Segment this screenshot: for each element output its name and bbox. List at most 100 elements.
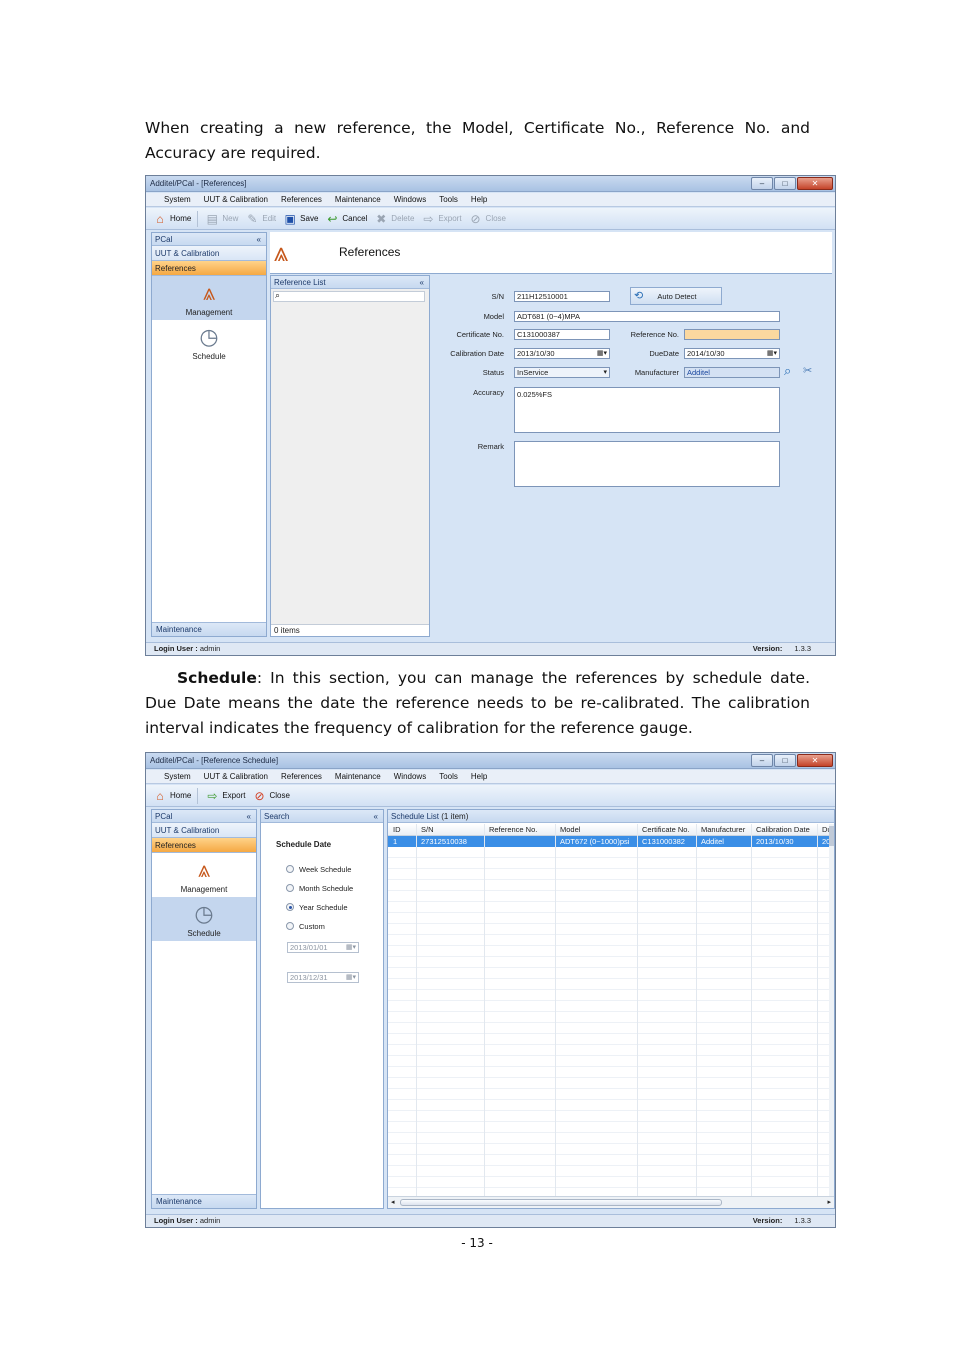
to-date-picker[interactable]: 2013/12/31 ▦▾ — [287, 972, 359, 983]
menu-maintenance[interactable]: Maintenance — [335, 195, 381, 204]
collapse-icon[interactable]: « — [257, 233, 261, 246]
col-sn[interactable]: S/N — [418, 824, 434, 836]
manufacturer-field[interactable]: Additel — [684, 367, 780, 378]
calendar-dropdown-icon[interactable]: ▦▾ — [597, 349, 607, 358]
minimize-button[interactable]: – — [751, 754, 773, 767]
menu-references[interactable]: References — [281, 195, 322, 204]
nav-uut-calibration[interactable]: UUT & Calibration — [152, 823, 256, 838]
menu-system[interactable]: System — [164, 195, 191, 204]
menu-windows[interactable]: Windows — [394, 195, 426, 204]
export-button[interactable]: ⇨ Export — [420, 211, 461, 227]
col-calibration-date[interactable]: Calibration Date — [753, 824, 810, 836]
clear-icon[interactable]: ✂ — [803, 364, 812, 377]
edit-button[interactable]: ✎ Edit — [244, 211, 276, 227]
vertical-scrollbar[interactable] — [829, 824, 834, 1196]
menu-uut-calibration[interactable]: UUT & Calibration — [204, 195, 268, 204]
cell-certificate-no: C131000382 — [642, 837, 685, 846]
menu-maintenance[interactable]: Maintenance — [335, 772, 381, 781]
nav-uut-calibration[interactable]: UUT & Calibration — [152, 246, 266, 261]
table-row[interactable]: 1 27312510038 ADT672 (0~1000)psi C131000… — [388, 836, 829, 847]
maximize-button[interactable]: □ — [774, 177, 796, 190]
cell-due: 20 — [822, 837, 829, 846]
status-label: Status — [482, 368, 504, 377]
save-button[interactable]: ▣ Save — [282, 211, 318, 227]
new-document-icon: ▤ — [206, 211, 219, 226]
calendar-dropdown-icon[interactable]: ▦▾ — [346, 973, 356, 982]
intro-paragraph: When creating a new reference, the Model… — [145, 119, 810, 162]
menu-windows[interactable]: Windows — [394, 772, 426, 781]
close-window-button[interactable]: ✕ — [797, 177, 833, 190]
close-button[interactable]: ⊘ Close — [468, 211, 506, 227]
nav-management-tile[interactable]: ⩓ Management — [152, 853, 256, 897]
col-reference-no[interactable]: Reference No. — [486, 824, 537, 836]
minimize-button[interactable]: – — [751, 177, 773, 190]
col-id[interactable]: ID — [390, 824, 401, 836]
new-button[interactable]: ▤ New — [204, 211, 239, 227]
certificate-field[interactable]: C131000387 — [514, 329, 610, 340]
scroll-left-icon[interactable]: ◂ — [391, 1198, 395, 1206]
menu-help[interactable]: Help — [471, 195, 487, 204]
cancel-button[interactable]: ↩ Cancel — [324, 211, 367, 227]
col-model[interactable]: Model — [557, 824, 580, 836]
col-manufacturer[interactable]: Manufacturer — [698, 824, 745, 836]
home-button[interactable]: ⌂ Home — [152, 211, 191, 227]
remark-textarea[interactable] — [514, 441, 780, 487]
status-bar: Login User : admin Version: 1.3.3 — [146, 1214, 835, 1227]
menu-uut-calibration[interactable]: UUT & Calibration — [204, 772, 268, 781]
nav-schedule-tile[interactable]: ◷ Schedule — [152, 897, 256, 941]
search-icon[interactable]: ⌕ — [784, 363, 791, 379]
sn-field[interactable]: 211H12510001 — [514, 291, 610, 302]
calendar-dropdown-icon[interactable]: ▦▾ — [767, 349, 777, 358]
due-date-picker[interactable]: 2014/10/30 ▦▾ — [684, 348, 780, 359]
model-field[interactable]: ADT681 (0~4)MPA — [514, 311, 780, 322]
navigation-panel: PCal « UUT & Calibration References ⩓ Man… — [151, 232, 267, 637]
scroll-right-icon[interactable]: ▸ — [827, 1198, 831, 1206]
delete-button[interactable]: ✖ Delete — [373, 211, 414, 227]
nav-management-tile[interactable]: ⩓ Management — [152, 276, 266, 320]
menu-tools[interactable]: Tools — [439, 772, 458, 781]
menu-help[interactable]: Help — [471, 772, 487, 781]
horizontal-scrollbar[interactable]: ◂ ▸ — [388, 1196, 834, 1208]
collapse-icon[interactable]: « — [247, 810, 251, 823]
menu-system[interactable]: System — [164, 772, 191, 781]
nav-references[interactable]: References — [152, 838, 256, 853]
year-schedule-radio[interactable]: Year Schedule — [286, 901, 353, 913]
cell-sn: 27312510038 — [421, 837, 467, 846]
calibration-date-picker[interactable]: 2013/10/30 ▦▾ — [514, 348, 610, 359]
search-icon: ⌕ — [275, 290, 281, 300]
reference-list-panel: Reference List « ⌕ 0 items — [270, 275, 430, 637]
accuracy-textarea[interactable]: 0.025%FS — [514, 387, 780, 433]
nav-maintenance[interactable]: Maintenance — [152, 622, 266, 636]
nav-maintenance[interactable]: Maintenance — [152, 1194, 256, 1208]
login-user: Login User : admin — [154, 1216, 221, 1225]
nav-references[interactable]: References — [152, 261, 266, 276]
custom-radio[interactable]: Custom — [286, 920, 353, 932]
export-button[interactable]: ⇨ Export — [204, 788, 245, 804]
schedule-date-title: Schedule Date — [276, 840, 332, 849]
menu-references[interactable]: References — [281, 772, 322, 781]
home-button[interactable]: ⌂ Home — [152, 788, 191, 804]
status-select[interactable]: InService ▾ — [514, 367, 610, 378]
reference-search-input[interactable]: ⌕ — [273, 290, 425, 302]
chevron-down-icon[interactable]: ▾ — [603, 368, 607, 377]
menu-tools[interactable]: Tools — [439, 195, 458, 204]
from-date-picker[interactable]: 2013/01/01 ▦▾ — [287, 942, 359, 953]
auto-detect-button[interactable]: ⟲ Auto Detect — [630, 287, 722, 305]
col-due[interactable]: Du — [819, 824, 829, 836]
login-user: Login User : admin — [154, 644, 221, 653]
schedule-list-panel: Schedule List (1 item) ID S/N Reference … — [387, 809, 835, 1209]
maximize-button[interactable]: □ — [774, 754, 796, 767]
compass-icon: ⩓ — [197, 857, 211, 882]
nav-schedule-tile[interactable]: ◷ Schedule — [152, 320, 266, 364]
week-schedule-radio[interactable]: Week Schedule — [286, 863, 353, 875]
col-certificate-no[interactable]: Certificate No. — [639, 824, 690, 836]
collapse-icon[interactable]: « — [374, 810, 378, 823]
calendar-dropdown-icon[interactable]: ▦▾ — [346, 943, 356, 952]
month-schedule-radio[interactable]: Month Schedule — [286, 882, 353, 894]
close-window-button[interactable]: ✕ — [797, 754, 833, 767]
collapse-icon[interactable]: « — [420, 276, 424, 289]
scroll-thumb[interactable] — [400, 1199, 722, 1206]
reference-no-field[interactable] — [684, 329, 780, 340]
close-button[interactable]: ⊘ Close — [251, 788, 289, 804]
cell-manufacturer: Additel — [701, 837, 724, 846]
